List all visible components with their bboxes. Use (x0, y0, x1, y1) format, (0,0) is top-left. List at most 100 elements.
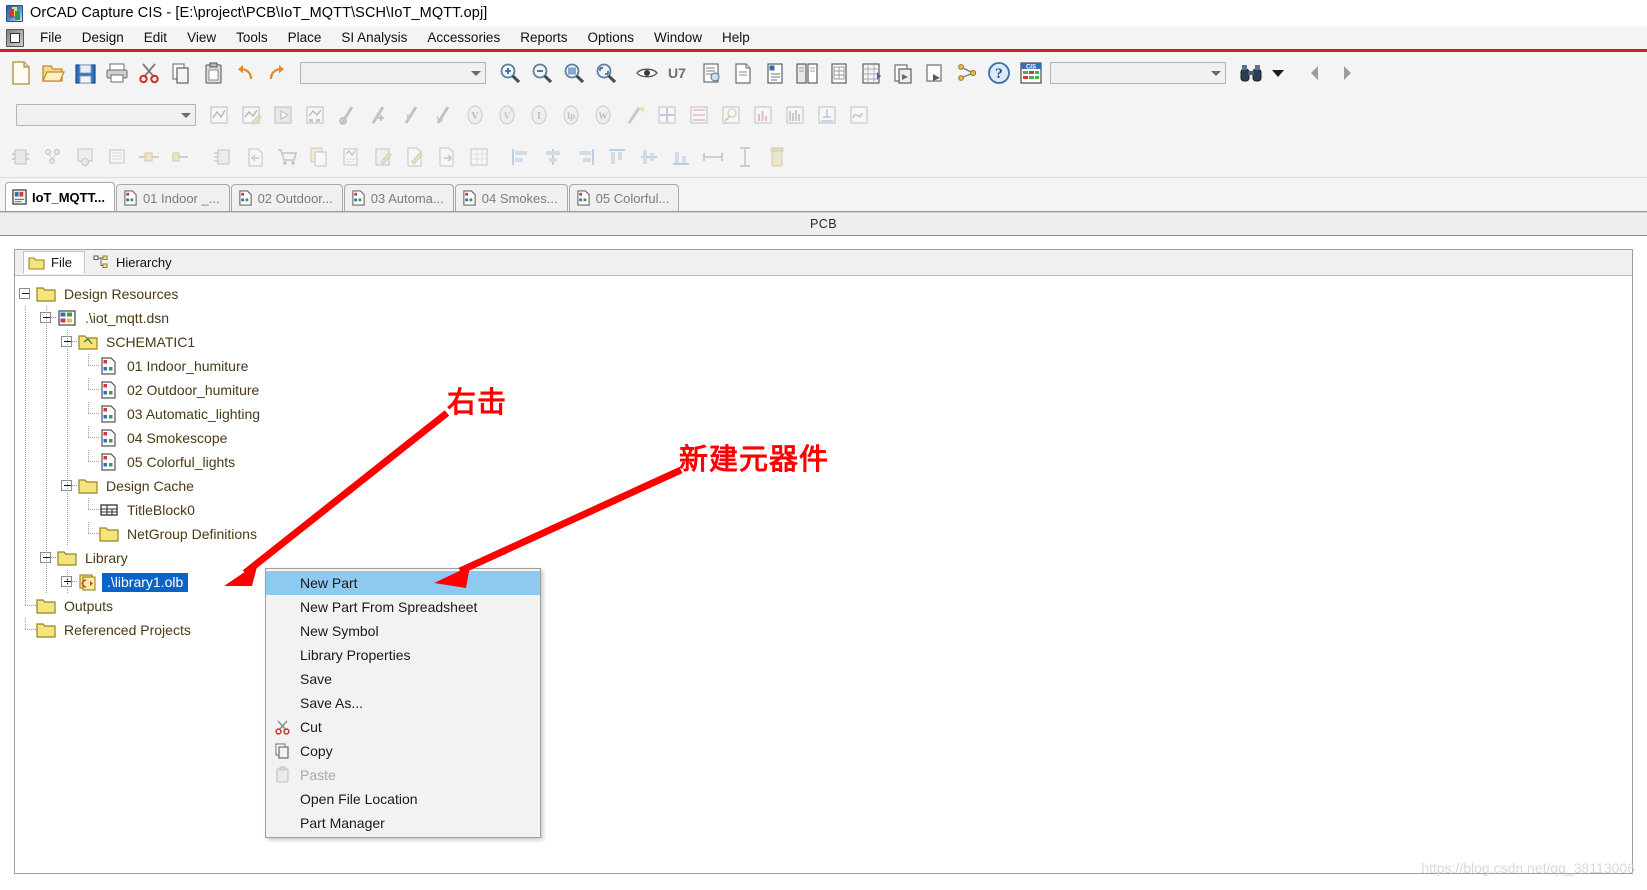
expander-expand-icon[interactable] (57, 570, 78, 594)
menu-item-help[interactable]: Help (712, 27, 760, 48)
binoculars-find-icon[interactable] (1236, 58, 1266, 88)
tree-item-iot-mqtt-dsn[interactable]: .\iot_mqtt.dsn (15, 306, 1632, 330)
align-right-icon[interactable] (570, 142, 600, 172)
expander-collapse-icon[interactable] (36, 546, 57, 570)
tree-item-library[interactable]: Library (15, 546, 1632, 570)
tree-item-01-indoor-humiture[interactable]: 01 Indoor_humiture (15, 354, 1632, 378)
align-center-vertical-icon[interactable] (634, 142, 664, 172)
copy-icon[interactable] (166, 58, 196, 88)
context-menu-item-new-part-from-spreadsheet[interactable]: New Part From Spreadsheet (266, 595, 540, 619)
menu-item-si-analysis[interactable]: SI Analysis (331, 27, 417, 48)
voltage-level-marker-icon[interactable]: V (460, 100, 490, 130)
menu-item-tools[interactable]: Tools (226, 27, 278, 48)
import-properties-icon[interactable] (888, 58, 918, 88)
doc-tab-04-smokescope[interactable]: 04 Smokes... (454, 184, 568, 211)
zoom-out-icon[interactable] (526, 58, 556, 88)
cis-search-combo[interactable] (1050, 62, 1226, 84)
voltage-differential-marker-icon[interactable] (364, 100, 394, 130)
context-menu-item-copy[interactable]: Copy (266, 739, 540, 763)
cut-scissors-icon[interactable] (134, 58, 164, 88)
context-menu-item-library-properties[interactable]: Library Properties (266, 643, 540, 667)
doc-tab-05-colorful[interactable]: 05 Colorful... (568, 184, 680, 211)
import-part-icon[interactable] (240, 142, 270, 172)
cart-order-parts-icon[interactable] (272, 142, 302, 172)
edit-part-properties-icon[interactable] (336, 142, 366, 172)
expander-collapse-icon[interactable] (36, 306, 57, 330)
zoom-area-icon[interactable] (558, 58, 588, 88)
simulation-profile-combo[interactable] (16, 104, 196, 126)
tree-item-02-outdoor-humiture[interactable]: 02 Outdoor_humiture (15, 378, 1632, 402)
place-hierarchical-block-icon[interactable] (208, 142, 238, 172)
doc-tab-03-automatic[interactable]: 03 Automa... (343, 184, 454, 211)
snap-to-grid-icon[interactable] (920, 58, 950, 88)
next-page-icon[interactable] (1332, 58, 1362, 88)
menu-item-view[interactable]: View (177, 27, 226, 48)
paste-icon[interactable] (198, 58, 228, 88)
current-level-marker-icon[interactable]: I (524, 100, 554, 130)
trace-add-icon[interactable] (812, 100, 842, 130)
run-simulation-icon[interactable] (268, 100, 298, 130)
voltage-marker-icon[interactable] (332, 100, 362, 130)
menu-item-design[interactable]: Design (72, 27, 134, 48)
print-icon[interactable] (102, 58, 132, 88)
new-file-icon[interactable] (6, 58, 36, 88)
view-simulation-results-icon[interactable] (300, 100, 330, 130)
find-dropdown-button[interactable] (1268, 59, 1288, 87)
edit-part-icon[interactable] (368, 142, 398, 172)
place-power-icon[interactable] (134, 142, 164, 172)
back-annotate-icon[interactable] (696, 58, 726, 88)
context-menu-item-save-as[interactable]: Save As... (266, 691, 540, 715)
align-bottom-icon[interactable] (666, 142, 696, 172)
tree-item-netgroup-definitions[interactable]: NetGroup Definitions (15, 522, 1632, 546)
distribute-horizontally-icon[interactable] (698, 142, 728, 172)
menu-item-file[interactable]: File (30, 27, 72, 48)
context-menu-item-cut[interactable]: Cut (266, 715, 540, 739)
tab-file[interactable]: File (23, 251, 85, 274)
place-database-part-icon[interactable] (70, 142, 100, 172)
edit-notes-icon[interactable] (400, 142, 430, 172)
bill-of-materials-icon[interactable] (824, 58, 854, 88)
context-menu-item-new-part[interactable]: New Part (266, 571, 540, 595)
context-menu-item-part-manager[interactable]: Part Manager (266, 811, 540, 835)
distribute-vertically-icon[interactable] (730, 142, 760, 172)
cis-explorer-icon[interactable]: CIS (1016, 58, 1046, 88)
help-question-icon[interactable]: ? (984, 58, 1014, 88)
align-top-icon[interactable] (602, 142, 632, 172)
edit-simulation-profile-icon[interactable] (236, 100, 266, 130)
previous-page-icon[interactable] (1300, 58, 1330, 88)
histogram-icon[interactable] (780, 100, 810, 130)
spreadsheet-view-icon[interactable] (464, 142, 494, 172)
probe-settings-icon[interactable] (716, 100, 746, 130)
undo-icon[interactable] (230, 58, 260, 88)
align-center-horizontal-icon[interactable] (538, 142, 568, 172)
tree-item-schematic1[interactable]: SCHEMATIC1 (15, 330, 1632, 354)
doc-tab-01-indoor[interactable]: 01 Indoor _... (115, 184, 230, 211)
place-ground-icon[interactable] (102, 142, 132, 172)
place-part-group-icon[interactable] (38, 142, 68, 172)
tree-item-library1-olb[interactable]: .\library1.olb (15, 570, 1632, 594)
bar-plot-icon[interactable] (748, 100, 778, 130)
doc-tab-02-outdoor[interactable]: 02 Outdoor... (230, 184, 343, 211)
zoom-level-combo[interactable] (300, 62, 486, 84)
save-icon[interactable] (70, 58, 100, 88)
power-marker-icon[interactable]: W (428, 100, 458, 130)
menu-item-edit[interactable]: Edit (134, 27, 177, 48)
context-menu-item-new-symbol[interactable]: New Symbol (266, 619, 540, 643)
system-menu-icon[interactable] (6, 28, 24, 47)
delete-icon[interactable] (762, 142, 792, 172)
zoom-fit-icon[interactable] (590, 58, 620, 88)
menu-item-accessories[interactable]: Accessories (417, 27, 510, 48)
zoom-in-icon[interactable] (494, 58, 524, 88)
expander-collapse-icon[interactable] (57, 474, 78, 498)
export-part-icon[interactable] (432, 142, 462, 172)
waveform-icon[interactable] (844, 100, 874, 130)
part-manager-icon[interactable] (952, 58, 982, 88)
menu-item-window[interactable]: Window (644, 27, 712, 48)
create-netlist-icon[interactable] (760, 58, 790, 88)
expander-collapse-icon[interactable] (15, 282, 36, 306)
menu-item-reports[interactable]: Reports (510, 27, 577, 48)
context-menu-item-open-file-location[interactable]: Open File Location (266, 787, 540, 811)
menu-item-place[interactable]: Place (278, 27, 332, 48)
place-net-alias-icon[interactable] (652, 100, 682, 130)
voltage-db-marker-icon[interactable]: V (492, 100, 522, 130)
